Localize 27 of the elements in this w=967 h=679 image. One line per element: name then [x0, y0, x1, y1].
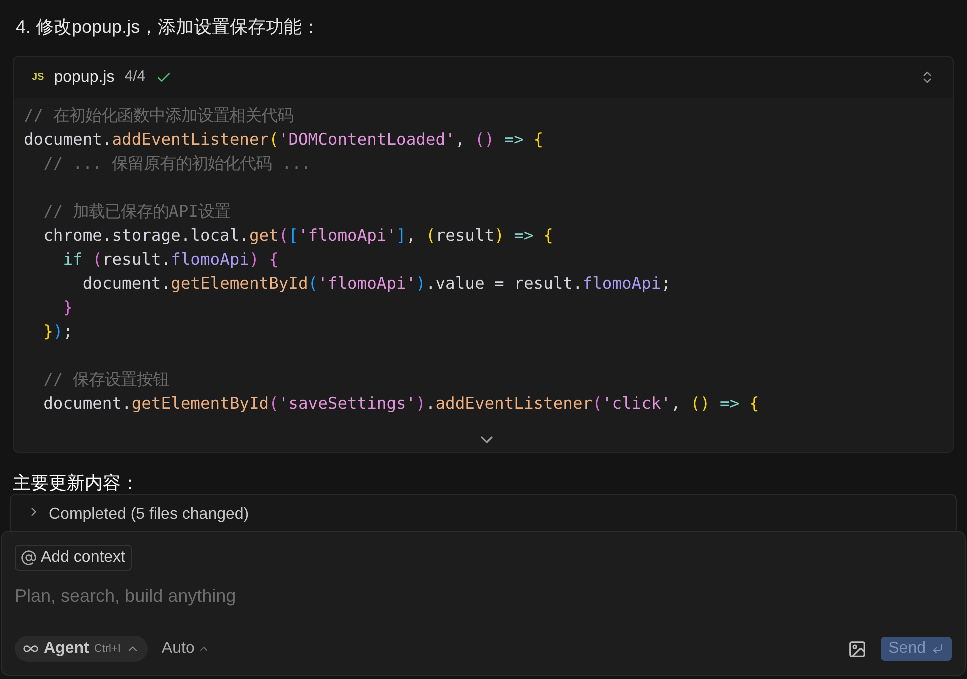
code-line: document.getElementById('flomoApi').value = result.flomoApi;: [82, 273, 672, 295]
code-line: chrome.storage.local.get(['flomoApi'], (result) => {: [42, 225, 554, 247]
file-type-label: JS: [32, 71, 44, 85]
code-line: // 在初始化函数中添加设置相关代码: [24, 105, 294, 127]
add-context-button[interactable]: Add context: [15, 545, 132, 571]
shortcut-label: Ctrl+I: [94, 642, 121, 657]
code-line: document.addEventListener('DOMContentLoaded', () => {: [24, 129, 545, 151]
code-line: });: [42, 321, 74, 343]
code-line: // ... 保留原有的初始化代码 ...: [42, 153, 312, 175]
agent-mode-button[interactable]: Agent Ctrl+I: [15, 636, 148, 662]
mode-label: Agent: [44, 639, 90, 659]
image-icon[interactable]: [848, 640, 867, 658]
section-heading: 4. 修改popup.js，添加设置保存功能：: [15, 16, 322, 39]
status-label: Completed (5 files changed): [49, 505, 250, 525]
enter-icon: [932, 643, 944, 655]
file-name: popup.js: [54, 68, 115, 88]
at-icon: [21, 550, 37, 566]
code-line: }: [62, 297, 74, 319]
prompt-input[interactable]: Plan, search, build anything: [15, 583, 952, 609]
model-selector[interactable]: Auto: [162, 637, 210, 661]
code-line: // 保存设置按钮: [42, 369, 170, 391]
progress-count: 4/4: [124, 67, 146, 88]
code-line: // 加载已保存的API设置: [42, 201, 232, 223]
code-line: document.getElementById('saveSettings').addEventListener('click', () => {: [42, 393, 760, 415]
status-bar[interactable]: Completed (5 files changed): [10, 494, 957, 534]
code-line: if (result.flomoApi) {: [62, 249, 280, 271]
section-heading: 主要更新内容：: [12, 472, 140, 494]
